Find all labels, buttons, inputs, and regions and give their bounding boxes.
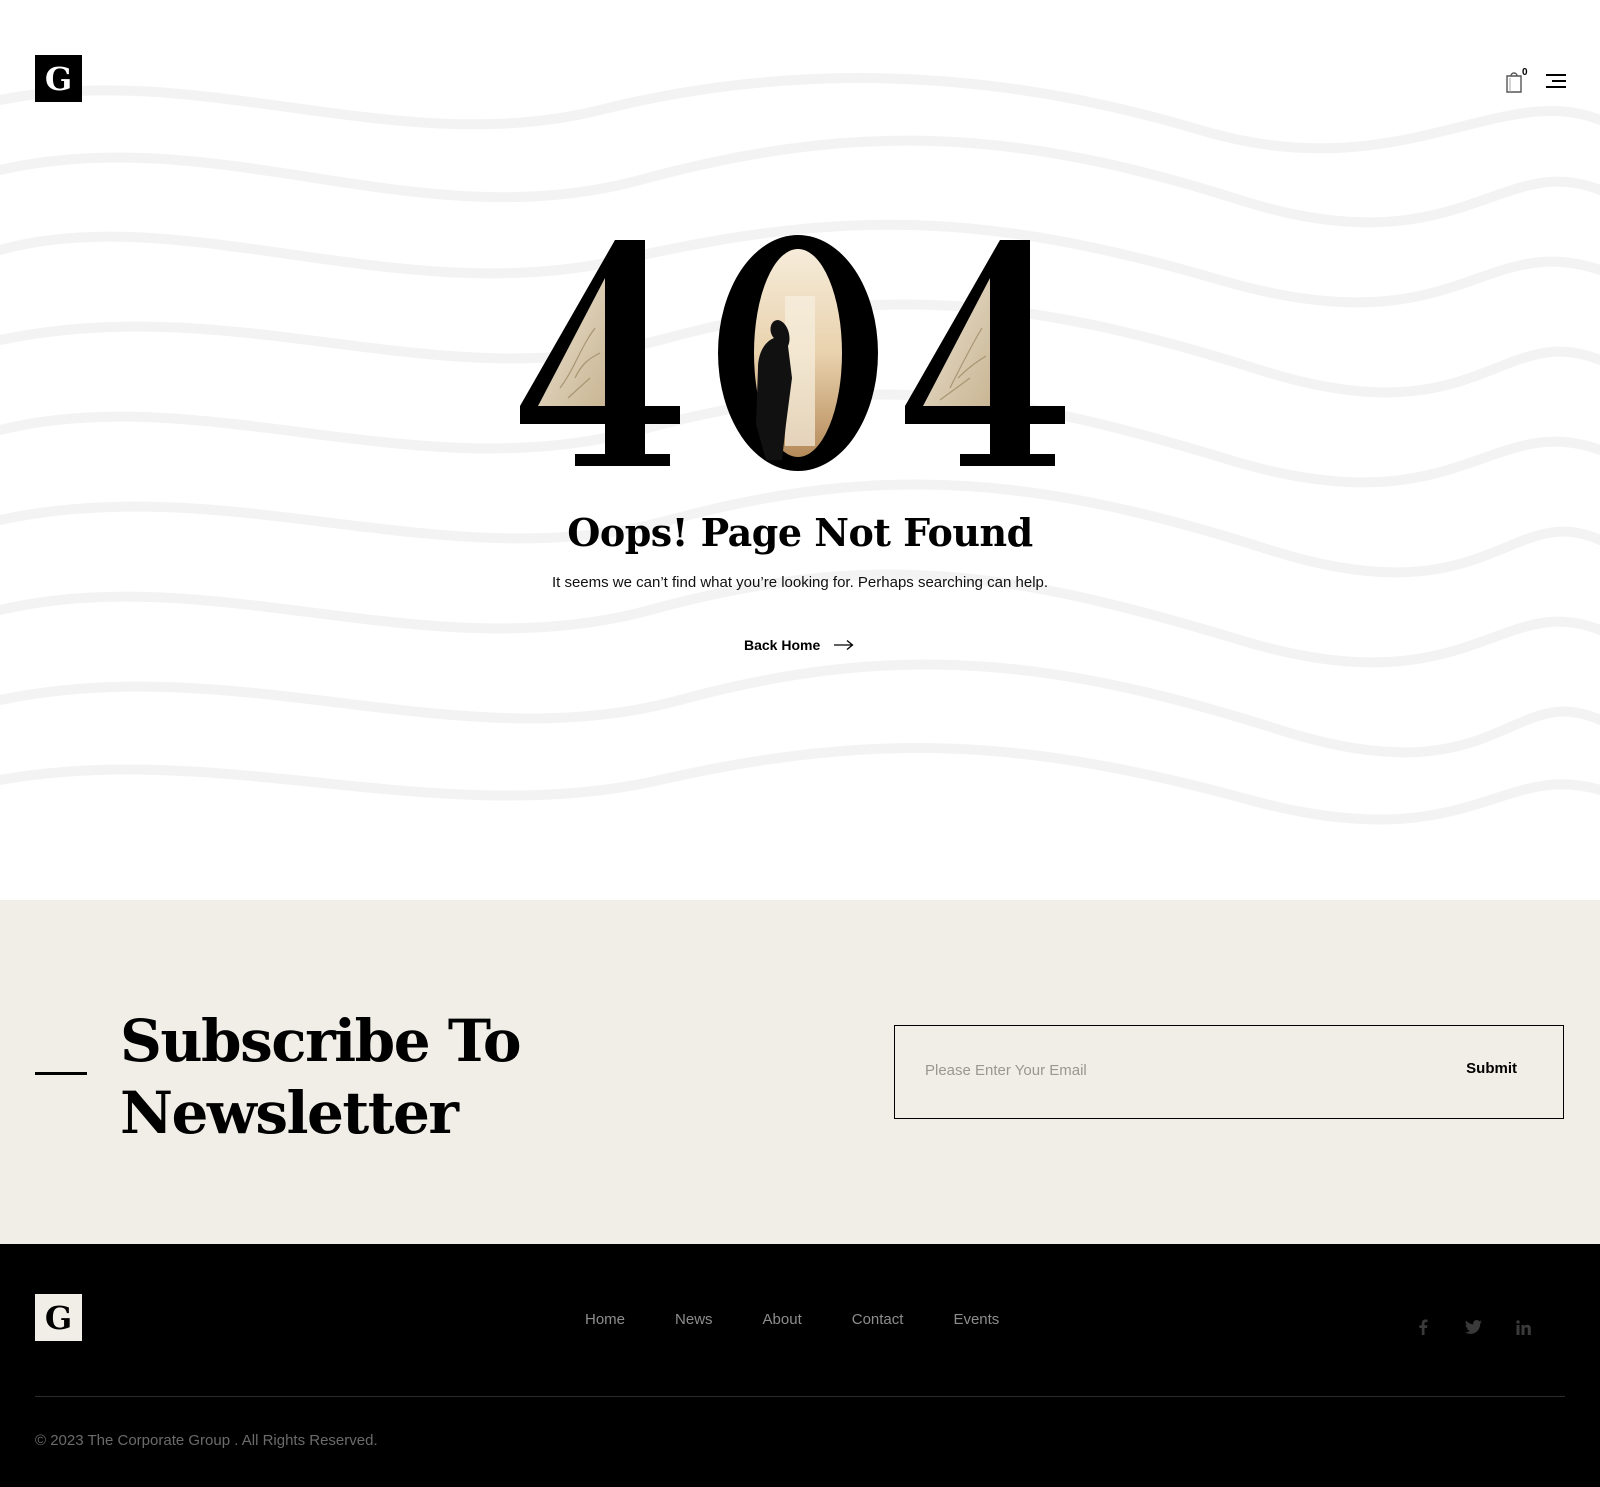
submit-button[interactable]: Submit bbox=[1466, 1060, 1517, 1077]
footer-logo-letter: G bbox=[44, 1298, 73, 1337]
error-message: It seems we can’t find what you’re looki… bbox=[551, 574, 1049, 591]
arrow-right-icon bbox=[834, 639, 854, 651]
social-links bbox=[1414, 1318, 1532, 1336]
decorative-dash bbox=[35, 1072, 87, 1075]
logo-letter: G bbox=[44, 59, 73, 98]
email-input[interactable] bbox=[925, 1062, 1425, 1079]
footer-nav-events[interactable]: Events bbox=[953, 1311, 999, 1328]
footer-nav-about[interactable]: About bbox=[763, 1311, 802, 1328]
footer-nav-contact[interactable]: Contact bbox=[852, 1311, 904, 1328]
digit-0-center bbox=[718, 235, 878, 471]
newsletter-form: Submit bbox=[894, 1025, 1564, 1119]
copyright-text: © 2023 The Corporate Group . All Rights … bbox=[35, 1432, 378, 1449]
footer-logo[interactable]: G bbox=[35, 1294, 82, 1341]
site-footer: G Home News About Contact Events © 2023 … bbox=[0, 1244, 1600, 1487]
newsletter-title-line2: Newsletter bbox=[120, 1079, 459, 1147]
back-home-link[interactable]: Back Home bbox=[744, 634, 854, 656]
footer-nav-home[interactable]: Home bbox=[585, 1311, 625, 1328]
newsletter-section: Subscribe To Newsletter Submit bbox=[0, 900, 1600, 1244]
linkedin-icon[interactable] bbox=[1514, 1318, 1532, 1336]
footer-nav-news[interactable]: News bbox=[675, 1311, 713, 1328]
digit-4-left bbox=[520, 240, 680, 466]
newsletter-title: Subscribe To Newsletter bbox=[120, 1005, 680, 1149]
cart-count-badge: 0 bbox=[1522, 67, 1528, 78]
hamburger-menu-icon[interactable] bbox=[1544, 72, 1566, 90]
error-code-404 bbox=[520, 235, 1065, 471]
facebook-icon[interactable] bbox=[1414, 1318, 1432, 1336]
twitter-icon[interactable] bbox=[1464, 1318, 1482, 1336]
back-home-label: Back Home bbox=[744, 637, 821, 653]
footer-nav: Home News About Contact Events bbox=[585, 1311, 999, 1328]
newsletter-title-line1: Subscribe To bbox=[120, 1007, 522, 1075]
error-hero: G 0 Oops! Page Not Found It seems we can… bbox=[0, 0, 1600, 900]
site-logo[interactable]: G bbox=[35, 55, 82, 102]
digit-4-right bbox=[905, 240, 1065, 466]
page-title: Oops! Page Not Found bbox=[567, 510, 1033, 555]
footer-divider bbox=[35, 1396, 1565, 1397]
